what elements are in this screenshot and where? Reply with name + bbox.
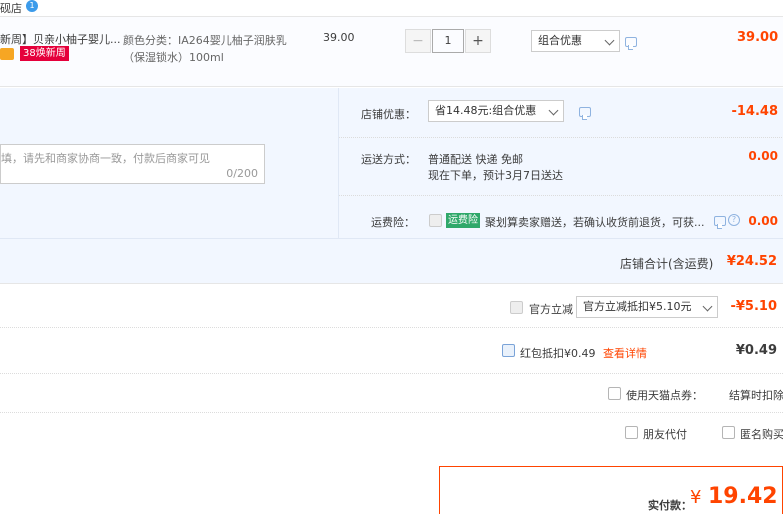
insurance-label: 运费险：: [371, 216, 415, 229]
tmall-points-checkbox[interactable]: [608, 387, 621, 400]
item-row: 新周】贝亲小柚子婴儿... 38焕新周 颜色分类：IA264婴儿柚子润肤乳 （保…: [0, 16, 783, 87]
sku-sub: （保湿锁水）100ml: [123, 51, 224, 64]
store-options-panel: 店铺优惠： 省14.48元:组合优惠 -14.48 运送方式： 普通配送 快递 …: [338, 88, 783, 238]
store-total-row: 店铺合计(含运费) ¥24.52: [0, 238, 783, 284]
friend-pay-checkbox[interactable]: [625, 426, 638, 439]
insurance-row: 运费险： 运费险 聚划算卖家赠送，若确认收货前退货，可获... ? 0.00: [339, 197, 783, 238]
store-discount-label: 店铺优惠：: [361, 108, 416, 121]
store-discount-select-value: 省14.48元:组合优惠: [435, 104, 537, 117]
message-icon[interactable]: [625, 37, 637, 50]
promo-select-value: 组合优惠: [538, 34, 582, 47]
chevron-down-icon: [604, 35, 615, 46]
redpacket-row: 红包抵扣¥0.49 查看详情 ¥0.49: [0, 329, 783, 374]
chevron-down-icon: [702, 301, 713, 312]
item-title[interactable]: 新周】贝亲小柚子婴儿...: [0, 31, 121, 47]
quantity-stepper: − 1 +: [405, 29, 491, 53]
official-discount-amount: -¥5.10: [730, 299, 777, 314]
tmall-points-note: 结算时扣除: [729, 389, 783, 402]
store-discount-row: 店铺优惠： 省14.48元:组合优惠 -14.48: [339, 88, 783, 138]
chevron-down-icon: [548, 105, 559, 116]
message-icon[interactable]: [714, 216, 726, 229]
redpacket-amount: ¥0.49: [735, 343, 777, 358]
insurance-tag: 运费险: [446, 213, 480, 228]
item-subtotal: 39.00: [737, 30, 779, 45]
official-discount-row: 官方立减 官方立减抵扣¥5.10元 -¥5.10: [0, 285, 783, 328]
extra-options-row: 朋友代付 匿名购买: [0, 414, 783, 454]
promo-select[interactable]: 组合优惠: [531, 30, 620, 52]
tmall-points-label: 使用天猫点券：: [626, 389, 703, 402]
message-counter: 0/200: [226, 167, 258, 180]
message-placeholder: 填，请先和商家协商一致，付款后商家可见: [1, 152, 210, 165]
help-icon[interactable]: ?: [728, 214, 740, 226]
message-icon[interactable]: [579, 107, 591, 120]
payment-currency: ¥: [690, 487, 702, 508]
redpacket-details-link[interactable]: 查看详情: [603, 345, 647, 361]
official-discount-select[interactable]: 官方立减抵扣¥5.10元: [576, 296, 718, 318]
quantity-input[interactable]: 1: [432, 29, 464, 53]
unit-price: 39.00: [323, 31, 355, 44]
redpacket-label: 红包抵扣¥0.49: [520, 347, 596, 360]
insurance-text: 聚划算卖家赠送，若确认收货前退货，可获...: [485, 216, 705, 229]
redpacket-checkbox[interactable]: [502, 344, 515, 357]
shipping-amount: 0.00: [748, 149, 778, 163]
shipping-method: 普通配送 快递 免邮: [428, 153, 523, 166]
sku-label: 颜色分类：IA264婴儿柚子润肤乳: [123, 34, 287, 47]
shop-header: 砚店 1: [0, 0, 783, 15]
insurance-amount: 0.00: [748, 214, 778, 228]
tmall-icon: [0, 48, 14, 60]
tmall-points-row: 使用天猫点券： 结算时扣除: [0, 375, 783, 413]
store-total-value: ¥24.52: [726, 254, 777, 269]
store-discount-amount: -14.48: [731, 104, 778, 119]
store-section: 填，请先和商家协商一致，付款后商家可见 0/200 店铺优惠： 省14.48元:…: [0, 88, 783, 284]
friend-pay-label[interactable]: 朋友代付: [643, 426, 687, 442]
store-discount-select[interactable]: 省14.48元:组合优惠: [428, 100, 564, 122]
official-discount-label: 官方立减: [529, 303, 573, 316]
payment-label: 实付款：: [648, 499, 692, 512]
insurance-checkbox[interactable]: [429, 214, 442, 227]
shipping-row: 运送方式： 普通配送 快递 免邮 现在下单，预计3月7日送达 0.00: [339, 139, 783, 196]
increase-button[interactable]: +: [465, 29, 491, 53]
shipping-eta: 现在下单，预计3月7日送达: [428, 169, 563, 182]
shop-label: 砚店: [0, 2, 22, 15]
shipping-label: 运送方式：: [361, 153, 416, 166]
official-discount-select-value: 官方立减抵扣¥5.10元: [583, 300, 692, 313]
store-total-label: 店铺合计(含运费): [620, 257, 714, 271]
official-discount-checkbox[interactable]: [510, 301, 523, 314]
payment-value: 19.42: [708, 484, 778, 509]
notification-badge[interactable]: 1: [26, 0, 38, 12]
decrease-button[interactable]: −: [405, 29, 431, 53]
promo-tag: 38焕新周: [20, 46, 69, 61]
payment-summary-box: 实付款： ¥ 19.42: [439, 466, 783, 514]
message-textarea[interactable]: 填，请先和商家协商一致，付款后商家可见 0/200: [0, 144, 265, 184]
anonymous-checkbox[interactable]: [722, 426, 735, 439]
anonymous-label[interactable]: 匿名购买: [740, 426, 783, 442]
